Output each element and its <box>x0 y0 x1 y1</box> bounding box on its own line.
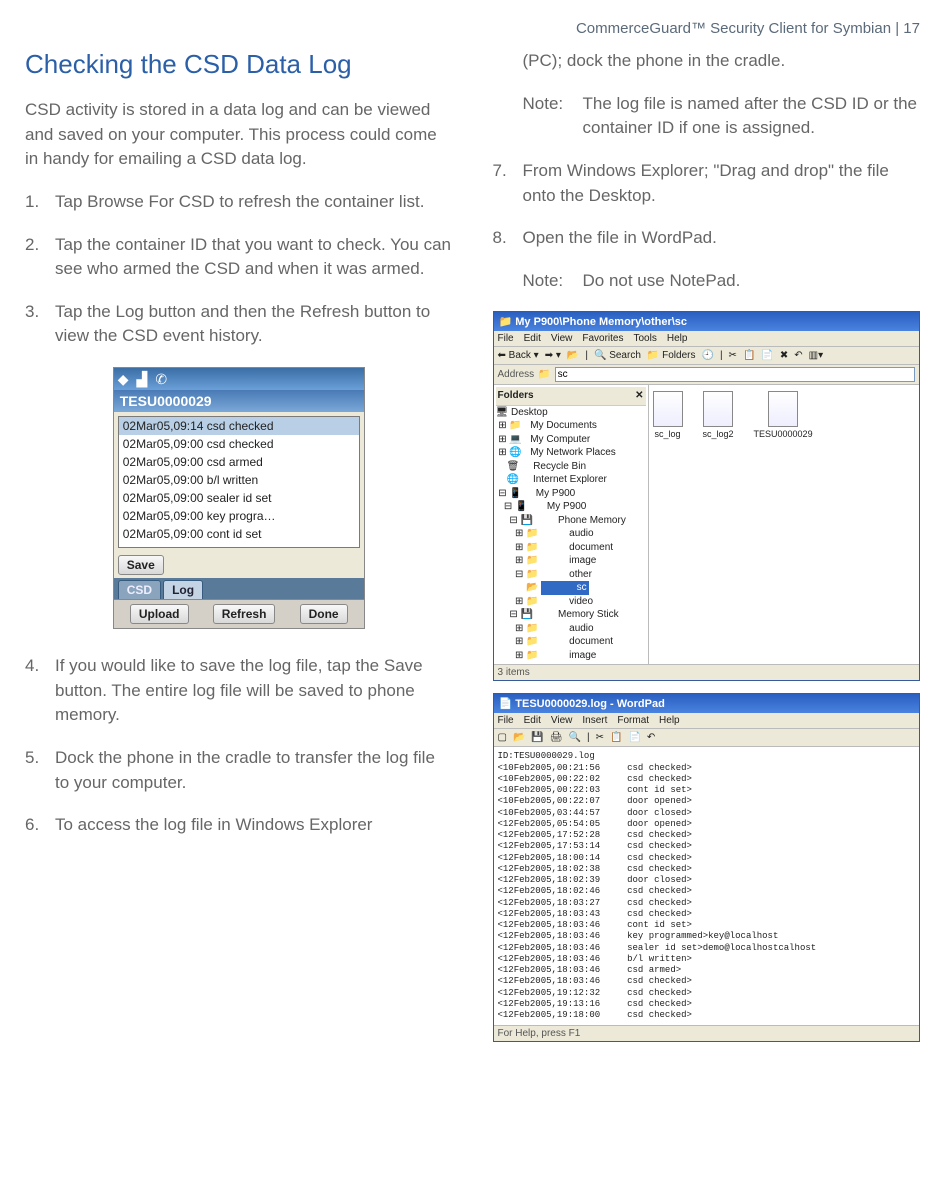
tab-log[interactable]: Log <box>163 580 203 599</box>
wordpad-screenshot: 📄 TESU0000029.log - WordPad File Edit Vi… <box>493 693 921 1042</box>
page-header: CommerceGuard™ Security Client for Symbi… <box>25 20 920 37</box>
wp-menu-insert[interactable]: Insert <box>582 715 607 726</box>
step-6-cont: (PC); dock the phone in the cradle. <box>523 49 921 74</box>
phone-screenshot: ◆ ▟ ✆ TESU0000029 02Mar05,09:14 csd chec… <box>113 367 365 629</box>
save-icon[interactable]: 💾 <box>531 732 543 743</box>
wp-menu-view[interactable]: View <box>551 715 573 726</box>
explorer-menubar: File Edit View Favorites Tools Help <box>494 331 920 347</box>
wordpad-status: For Help, press F1 <box>494 1025 920 1041</box>
back-button[interactable]: ⬅ Back ▾ <box>498 350 539 361</box>
undo-icon[interactable]: ↶ <box>794 350 802 361</box>
step-2: 2.Tap the container ID that you want to … <box>25 233 453 282</box>
call-icon: ✆ <box>155 371 167 388</box>
menu-favorites[interactable]: Favorites <box>582 333 623 344</box>
right-column: (PC); dock the phone in the cradle. Note… <box>493 49 921 1054</box>
step-1: 1.Tap Browse For CSD to refresh the cont… <box>25 190 453 215</box>
folder-icon: 📁 <box>538 369 550 380</box>
left-column: Checking the CSD Data Log CSD activity i… <box>25 49 453 1054</box>
intro-paragraph: CSD activity is stored in a data log and… <box>25 98 453 172</box>
log-row: 02Mar05,09:00 b/l written <box>119 471 359 489</box>
log-row: 02Mar05,09:00 key progra… <box>119 507 359 525</box>
wordpad-content: ID:TESU0000029.log <10Feb2005,00:21:56 c… <box>494 747 920 1025</box>
menu-help[interactable]: Help <box>667 333 688 344</box>
forward-button[interactable]: ➡ ▾ <box>545 350 561 361</box>
log-row: 02Mar05,09:00 csd armed <box>119 453 359 471</box>
tab-csd[interactable]: CSD <box>118 580 161 599</box>
wp-menu-file[interactable]: File <box>498 715 514 726</box>
search-button[interactable]: 🔍 Search <box>594 350 641 361</box>
menu-tools[interactable]: Tools <box>633 333 656 344</box>
folders-button[interactable]: 📁 Folders <box>647 350 696 361</box>
signal-icon: ▟ <box>137 371 148 388</box>
open-icon[interactable]: 📂 <box>513 732 525 743</box>
save-button[interactable]: Save <box>118 555 164 575</box>
explorer-screenshot: 📁 My P900\Phone Memory\other\sc File Edi… <box>493 311 921 681</box>
file-item[interactable]: sc_log <box>653 391 683 439</box>
log-row: 02Mar05,09:00 cont id set <box>119 525 359 543</box>
explorer-title: 📁 My P900\Phone Memory\other\sc <box>494 312 920 331</box>
copy-icon[interactable]: 📋 <box>743 350 755 361</box>
wp-menu-help[interactable]: Help <box>659 715 680 726</box>
delete-icon[interactable]: ✖ <box>780 350 788 361</box>
log-row: 02Mar05,09:14 csd checked <box>119 417 359 435</box>
address-label: Address <box>498 369 535 380</box>
paste-icon[interactable]: 📄 <box>628 732 640 743</box>
note-2: Note: Do not use NotePad. <box>523 269 921 294</box>
cut-icon[interactable]: ✂ <box>596 732 604 743</box>
step-5: 5.Dock the phone in the cradle to transf… <box>25 746 453 795</box>
phone-icon: ◆ <box>118 371 129 388</box>
note-1: Note: The log file is named after the CS… <box>523 92 921 141</box>
wp-menu-edit[interactable]: Edit <box>524 715 541 726</box>
preview-icon[interactable]: 🔍 <box>569 732 581 743</box>
print-icon[interactable]: 🖨 <box>550 732 563 743</box>
log-list: 02Mar05,09:14 csd checked 02Mar05,09:00 … <box>118 416 360 548</box>
upload-button[interactable]: Upload <box>130 604 189 624</box>
cut-icon[interactable]: ✂ <box>729 350 737 361</box>
step-8: 8.Open the file in WordPad. <box>493 226 921 251</box>
file-icon <box>703 391 733 427</box>
log-row: 02Mar05,09:00 csd checked <box>119 435 359 453</box>
file-item[interactable]: TESU0000029 <box>754 391 813 439</box>
explorer-status: 3 items <box>494 664 920 680</box>
menu-file[interactable]: File <box>498 333 514 344</box>
step-4: 4.If you would like to save the log file… <box>25 654 453 728</box>
file-item[interactable]: sc_log2 <box>703 391 734 439</box>
file-pane[interactable]: sc_log sc_log2 TESU0000029 <box>649 385 920 664</box>
history-icon[interactable]: 🕘 <box>701 350 713 361</box>
section-title: Checking the CSD Data Log <box>25 49 453 80</box>
folder-tree[interactable]: Folders✕ 🖥 Desktop ⊞ 📁 My Documents ⊞ 💻 … <box>494 385 649 664</box>
address-input[interactable] <box>555 367 915 382</box>
undo-icon[interactable]: ↶ <box>647 732 655 743</box>
menu-edit[interactable]: Edit <box>524 333 541 344</box>
file-icon <box>653 391 683 427</box>
wordpad-title: 📄 TESU0000029.log - WordPad <box>494 694 920 713</box>
close-icon[interactable]: ✕ <box>635 389 643 403</box>
refresh-button[interactable]: Refresh <box>213 604 276 624</box>
file-icon <box>768 391 798 427</box>
copy-icon[interactable]: 📋 <box>610 732 622 743</box>
menu-view[interactable]: View <box>551 333 573 344</box>
step-7: 7.From Windows Explorer; "Drag and drop"… <box>493 159 921 208</box>
done-button[interactable]: Done <box>300 604 348 624</box>
up-button[interactable]: 📂 <box>567 350 579 361</box>
wp-menu-format[interactable]: Format <box>617 715 649 726</box>
step-3: 3.Tap the Log button and then the Refres… <box>25 300 453 349</box>
paste-icon[interactable]: 📄 <box>761 350 773 361</box>
step-6: 6.To access the log file in Windows Expl… <box>25 813 453 838</box>
new-icon[interactable]: ▢ <box>498 732 507 743</box>
log-row: 02Mar05,09:00 sealer id set <box>119 489 359 507</box>
phone-title: TESU0000029 <box>114 390 364 412</box>
views-icon[interactable]: ▥▾ <box>809 350 823 361</box>
